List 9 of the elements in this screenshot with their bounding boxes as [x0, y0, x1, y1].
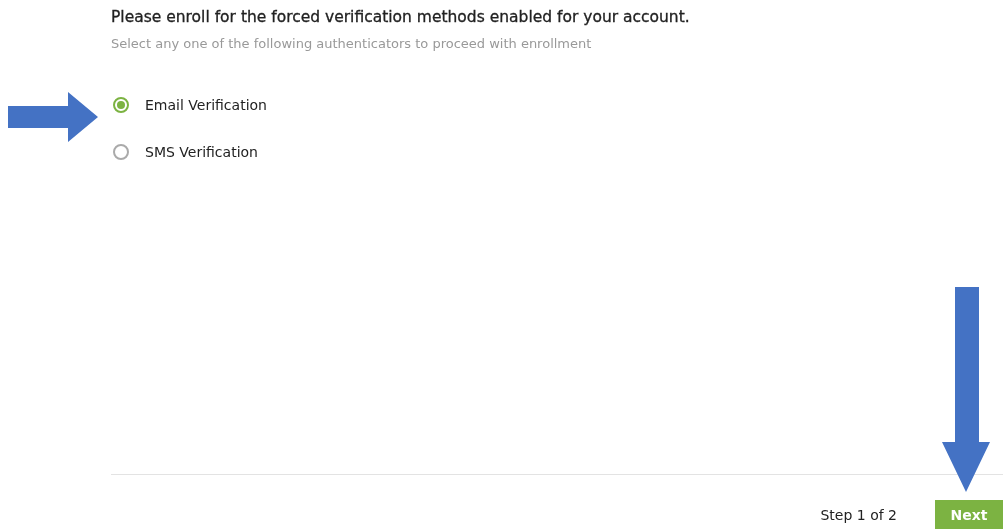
down-arrow-icon: [942, 287, 990, 492]
step-indicator: Step 1 of 2: [820, 506, 897, 523]
right-arrow-icon: [8, 92, 98, 142]
instruction-text: Select any one of the following authenticators to proceed with enrollment: [111, 36, 593, 51]
option-label[interactable]: SMS Verification: [145, 144, 258, 160]
page-heading: Please enroll for the forced verification methods enabled for your account.: [111, 8, 691, 26]
option-label[interactable]: Email Verification: [145, 97, 267, 113]
radio-button[interactable]: [113, 144, 129, 160]
radio-button[interactable]: [113, 97, 129, 113]
